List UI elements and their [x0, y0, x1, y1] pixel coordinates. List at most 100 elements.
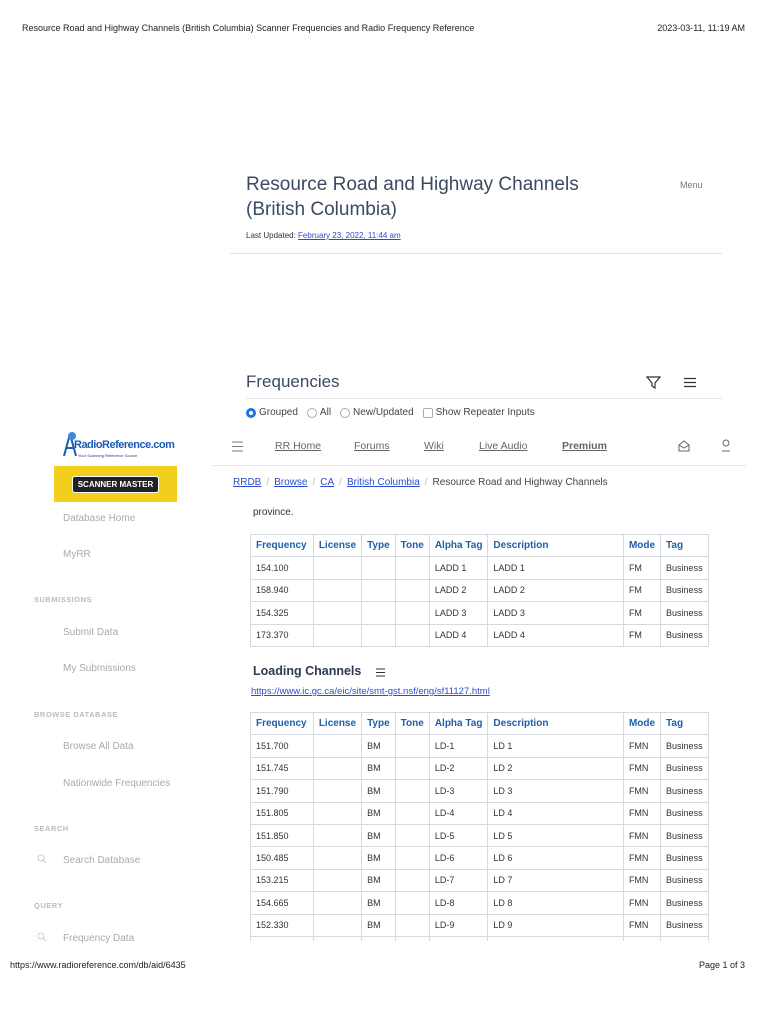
nav-live-audio[interactable]: Live Audio: [479, 440, 527, 452]
table-row: 153.215 BM LD-7 LD 7 FMN Business: [250, 868, 709, 893]
table-cell: LD-8: [428, 891, 489, 915]
print-header-datetime: 2023-03-11, 11:19 AM: [657, 23, 745, 33]
hamburger-icon[interactable]: [232, 441, 243, 452]
sidebar-submit-data[interactable]: Submit Data: [63, 627, 118, 638]
column-header[interactable]: Tag: [660, 533, 709, 558]
last-updated-link[interactable]: February 23, 2022, 11:44 am: [298, 231, 401, 240]
table-cell: [312, 734, 363, 758]
sidebar-my-submissions[interactable]: My Submissions: [63, 663, 136, 674]
column-header[interactable]: Tone: [394, 712, 430, 736]
table-cell: 154.665: [250, 891, 314, 915]
table-cell: [622, 935, 662, 941]
column-header[interactable]: Mode: [622, 712, 662, 736]
column-header[interactable]: License: [312, 712, 363, 736]
table-cell: [394, 801, 430, 825]
user-icon[interactable]: [721, 439, 731, 453]
table-cell: [394, 913, 430, 937]
table-cell: 151.805: [250, 801, 314, 825]
table-cell: [361, 623, 396, 647]
table-cell: FMN: [622, 756, 662, 781]
radioreference-logo[interactable]: RadioReference.com Your Scanning Referen…: [60, 430, 175, 460]
table-cell: [361, 578, 396, 603]
menu-button[interactable]: Menu: [680, 180, 703, 190]
table-cell: [250, 935, 314, 941]
breadcrumb-ca[interactable]: CA: [320, 477, 334, 488]
filter-icon[interactable]: [646, 375, 661, 390]
table-cell: FMN: [622, 913, 662, 937]
breadcrumb-british-columbia[interactable]: British Columbia: [347, 477, 420, 488]
table-cell: [394, 779, 430, 803]
table-cell: FMN: [622, 779, 662, 803]
table-row: 151.805 BM LD-4 LD 4 FMN Business: [250, 801, 709, 825]
table-cell: 173.370: [250, 623, 314, 647]
table-cell: Business: [660, 846, 709, 870]
nav-wiki[interactable]: Wiki: [424, 440, 444, 452]
column-header[interactable]: License: [312, 533, 363, 558]
sidebar-myrr[interactable]: MyRR: [63, 549, 91, 560]
list-menu-icon[interactable]: [684, 377, 696, 388]
table-cell: [312, 578, 363, 603]
table-cell: [312, 868, 363, 893]
column-header[interactable]: Description: [487, 712, 624, 736]
table-cell: BM: [361, 779, 396, 803]
table-cell: LADD 3: [428, 601, 489, 625]
table-cell: FMN: [622, 868, 662, 893]
logo-text: RadioReference.com: [74, 439, 175, 451]
column-header[interactable]: Description: [487, 533, 624, 558]
table-cell: [312, 801, 363, 825]
table-cell: Business: [660, 779, 709, 803]
table-cell: [312, 891, 363, 915]
nav-premium[interactable]: Premium: [562, 440, 607, 452]
radio-grouped[interactable]: Grouped: [246, 407, 298, 418]
column-header[interactable]: Frequency: [250, 533, 314, 558]
scanner-master-ad[interactable]: SCANNER MASTER: [54, 466, 177, 502]
print-header-title: Resource Road and Highway Channels (Brit…: [22, 23, 475, 33]
breadcrumb-rrdb[interactable]: RRDB: [233, 477, 261, 488]
table-cell: LADD 3: [487, 601, 624, 625]
column-header[interactable]: Type: [361, 533, 396, 558]
column-header[interactable]: Alpha Tag: [428, 712, 489, 736]
table-cell: Business: [660, 823, 709, 848]
table-cell: BM: [361, 801, 396, 825]
column-header[interactable]: Tone: [394, 533, 430, 558]
table-cell: LD 5: [487, 823, 624, 848]
divider: [212, 465, 746, 466]
table-cell: 153.215: [250, 868, 314, 893]
mail-icon[interactable]: [678, 440, 690, 452]
logo-tagline: Your Scanning Reference Source: [78, 453, 138, 458]
list-menu-icon[interactable]: [376, 668, 385, 677]
table-cell: BM: [361, 846, 396, 870]
column-header[interactable]: Frequency: [250, 712, 314, 736]
sidebar-database-home[interactable]: Database Home: [63, 513, 135, 524]
column-header[interactable]: Mode: [622, 533, 662, 558]
table-row: 158.940 LADD 2 LADD 2 FM Business: [250, 578, 709, 603]
table-cell: [394, 556, 430, 580]
table-cell: BM: [361, 868, 396, 893]
table-cell: [394, 623, 430, 647]
nav-rr-home[interactable]: RR Home: [275, 440, 321, 452]
column-header[interactable]: Tag: [660, 712, 709, 736]
show-repeater-inputs-checkbox[interactable]: Show Repeater Inputs: [422, 407, 535, 418]
table-cell: Business: [660, 601, 709, 625]
nav-forums[interactable]: Forums: [354, 440, 390, 452]
radio-new-updated[interactable]: New/Updated: [340, 407, 414, 418]
table-cell: [428, 935, 489, 941]
table-cell: [312, 601, 363, 625]
table-cell: LADD 2: [487, 578, 624, 603]
table-cell: LD-4: [428, 801, 489, 825]
breadcrumb-browse[interactable]: Browse: [274, 477, 307, 488]
loading-channels-link[interactable]: https://www.ic.gc.ca/eic/site/smt-gst.ns…: [251, 686, 490, 697]
table-cell: 154.100: [250, 556, 314, 580]
column-header[interactable]: Alpha Tag: [428, 533, 489, 558]
table-cell: FM: [622, 601, 662, 625]
frequency-table-ladd: Frequency License Type Tone Alpha Tag Descrip…: [250, 533, 709, 647]
table-cell: [394, 734, 430, 758]
radio-all[interactable]: All: [306, 407, 331, 418]
column-header[interactable]: Type: [361, 712, 396, 736]
table-cell: 151.745: [250, 756, 314, 781]
table-row: 154.100 LADD 1 LADD 1 FM Business: [250, 556, 709, 580]
table-cell: FM: [622, 578, 662, 603]
table-cell: LADD 1: [487, 556, 624, 580]
table-cell: [394, 823, 430, 848]
table-cell: [361, 601, 396, 625]
